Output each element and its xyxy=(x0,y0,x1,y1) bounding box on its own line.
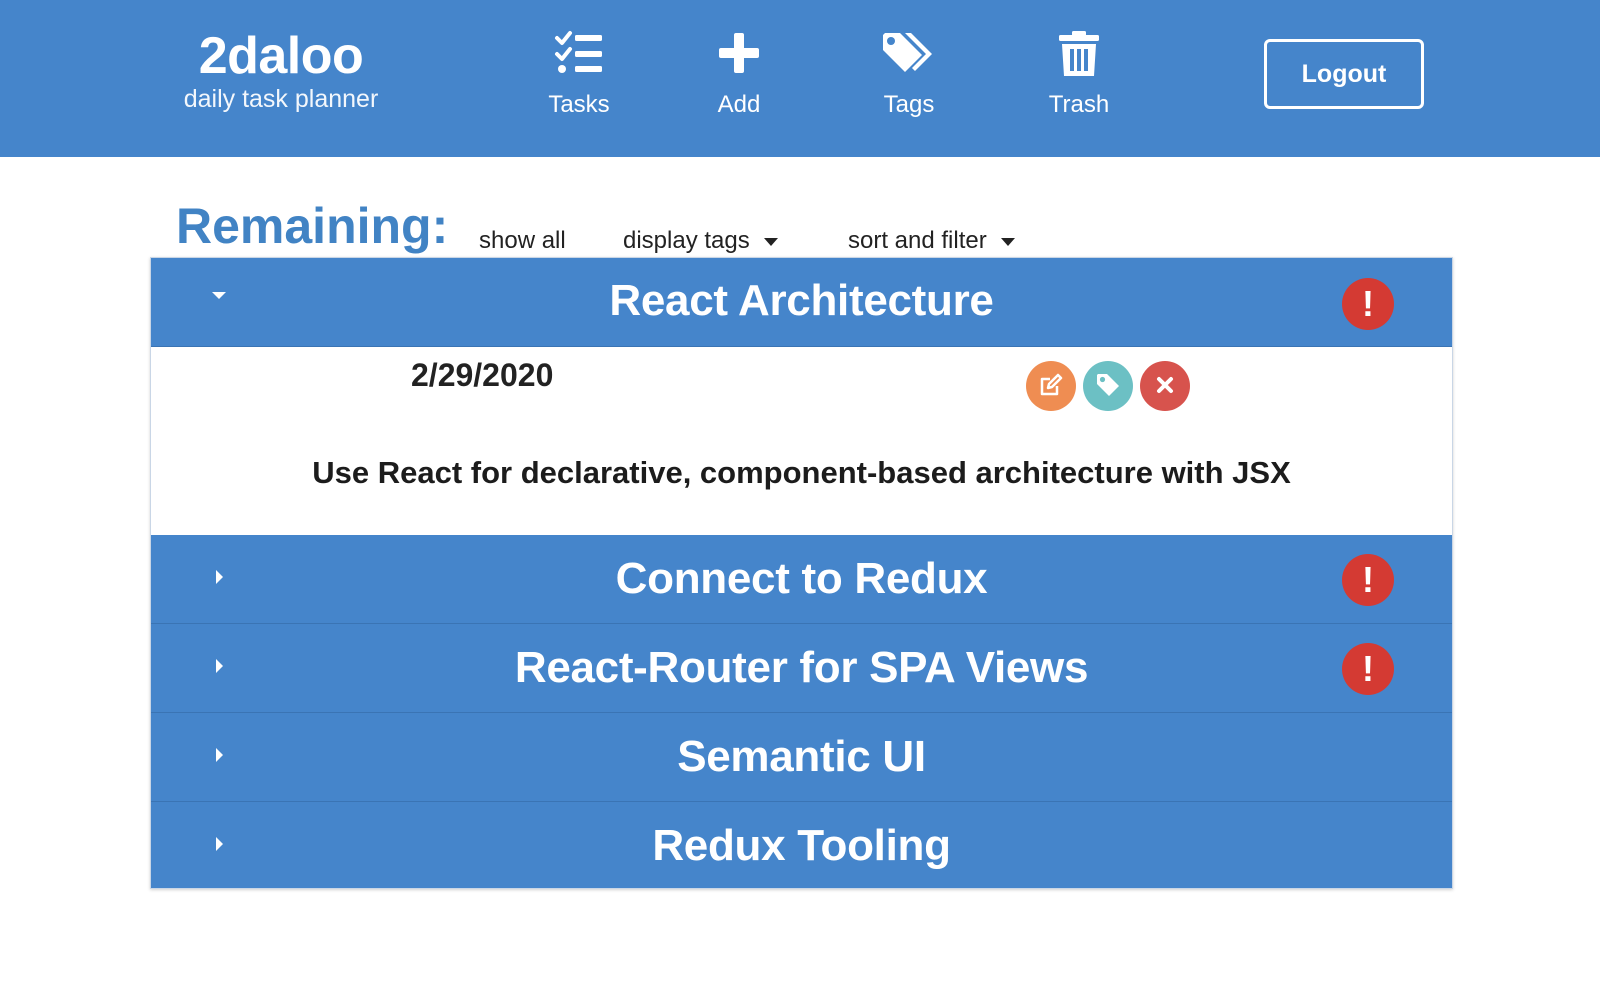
nav-tasks-label: Tasks xyxy=(548,91,610,118)
display-tags-dropdown[interactable]: display tags xyxy=(623,226,778,256)
caret-right-icon[interactable] xyxy=(207,743,231,767)
sort-filter-label: sort and filter xyxy=(848,227,987,254)
task-date: 2/29/2020 xyxy=(411,357,554,393)
nav-trash[interactable]: Trash xyxy=(1014,30,1144,120)
trash-icon xyxy=(1014,30,1144,86)
task-title: React Architecture xyxy=(609,276,994,325)
page-title: Remaining: xyxy=(176,198,449,254)
tags-icon xyxy=(844,30,974,86)
nav-trash-label: Trash xyxy=(1048,91,1110,118)
nav-tags-label: Tags xyxy=(883,91,935,118)
edit-task-button[interactable] xyxy=(1026,361,1076,411)
exclamation-icon: ! xyxy=(1342,278,1394,330)
caret-down-icon[interactable] xyxy=(207,284,231,308)
task-header-react-router[interactable]: React-Router for SPA Views ! xyxy=(151,624,1452,713)
task-title: Redux Tooling xyxy=(652,821,951,870)
caret-right-icon[interactable] xyxy=(207,832,231,856)
tag-icon xyxy=(1094,371,1122,402)
caret-down-icon xyxy=(1000,237,1015,246)
exclamation-icon: ! xyxy=(1342,554,1394,606)
brand[interactable]: 2daloo daily task planner xyxy=(170,28,392,114)
task-header-react-architecture[interactable]: React Architecture ! xyxy=(151,258,1452,347)
edit-icon xyxy=(1037,371,1065,402)
nav-add[interactable]: Add xyxy=(674,30,804,120)
caret-down-icon xyxy=(763,237,778,246)
close-icon xyxy=(1153,373,1177,400)
task-accordion: React Architecture ! 2/29/2020 Use React… xyxy=(150,257,1453,889)
task-description: Use React for declarative, component-bas… xyxy=(312,455,1291,490)
exclamation-icon: ! xyxy=(1342,643,1394,695)
tasks-icon xyxy=(514,30,644,86)
task-header-redux-tooling[interactable]: Redux Tooling xyxy=(151,802,1452,888)
show-all-label: show all xyxy=(479,227,566,254)
task-header-connect-to-redux[interactable]: Connect to Redux ! xyxy=(151,535,1452,624)
display-tags-label: display tags xyxy=(623,227,750,254)
logout-button[interactable]: Logout xyxy=(1264,39,1424,109)
tag-task-button[interactable] xyxy=(1083,361,1133,411)
task-title: Connect to Redux xyxy=(615,554,988,603)
task-header-semantic-ui[interactable]: Semantic UI xyxy=(151,713,1452,802)
app-header: 2daloo daily task planner Tasks Add Tags… xyxy=(0,0,1600,157)
sort-filter-dropdown[interactable]: sort and filter xyxy=(848,226,1015,256)
nav-add-label: Add xyxy=(717,91,761,118)
task-details: 2/29/2020 Use React for declarative, com… xyxy=(151,347,1452,535)
nav-tags[interactable]: Tags xyxy=(844,30,974,120)
brand-name: 2daloo xyxy=(198,27,364,85)
show-all-link[interactable]: show all xyxy=(479,226,566,256)
caret-right-icon[interactable] xyxy=(207,565,231,589)
nav-tasks[interactable]: Tasks xyxy=(514,30,644,120)
plus-icon xyxy=(674,30,804,86)
task-title: Semantic UI xyxy=(677,732,926,781)
task-title: React-Router for SPA Views xyxy=(514,643,1089,692)
delete-task-button[interactable] xyxy=(1140,361,1190,411)
brand-tagline: daily task planner xyxy=(183,85,379,113)
caret-right-icon[interactable] xyxy=(207,654,231,678)
